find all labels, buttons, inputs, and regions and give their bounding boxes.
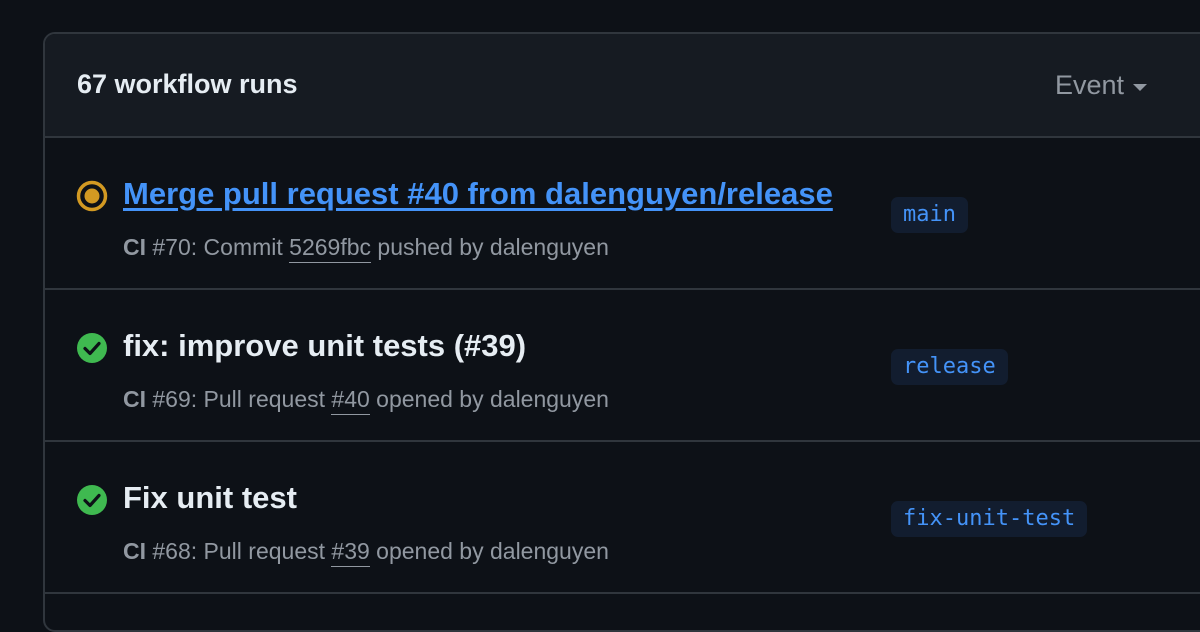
pull-request-link[interactable]: #40 (331, 386, 370, 415)
workflow-run-meta: CI #70: Commit 5269fbc pushed by dalengu… (123, 234, 609, 263)
workflow-run-meta-prefix: #68: Pull request (152, 538, 326, 564)
branch-badge[interactable]: main (891, 197, 968, 233)
branch-badge[interactable]: fix-unit-test (891, 501, 1088, 537)
branch-badge[interactable]: release (891, 349, 1008, 385)
check-circle-icon (77, 485, 107, 515)
workflow-name: CI (123, 234, 146, 260)
workflow-run-title[interactable]: fix: improve unit tests (#39) (123, 328, 526, 364)
workflow-name: CI (123, 386, 146, 412)
workflow-run-meta-prefix: #70: Commit (152, 234, 283, 260)
event-filter-label: Event (1055, 70, 1125, 100)
workflow-run-row: Merge pull request #40 from dalenguyen/r… (45, 138, 1200, 290)
caret-down-icon (1133, 83, 1148, 91)
workflow-run-title[interactable]: Fix unit test (123, 480, 297, 516)
workflow-run-meta-suffix: opened by dalenguyen (376, 386, 609, 412)
workflow-run-row: fix: improve unit tests (#39) CI #69: Pu… (45, 290, 1200, 442)
workflow-runs-header: 67 workflow runs Event (45, 34, 1200, 138)
workflow-run-meta-suffix: opened by dalenguyen (376, 538, 609, 564)
workflow-run-meta-suffix: pushed by dalenguyen (377, 234, 609, 260)
in-progress-status-icon (76, 180, 108, 212)
pull-request-link[interactable]: #39 (331, 538, 370, 567)
commit-link[interactable]: 5269fbc (289, 234, 372, 263)
workflow-run-meta: CI #68: Pull request #39 opened by dalen… (123, 538, 609, 567)
check-circle-icon (77, 333, 107, 363)
workflow-run-title-link[interactable]: Merge pull request #40 from dalenguyen/r… (123, 176, 833, 212)
workflow-run-row: Fix unit test CI #68: Pull request #39 o… (45, 442, 1200, 594)
workflow-run-meta-prefix: #69: Pull request (152, 386, 326, 412)
workflow-runs-panel: 67 workflow runs Event Merge pull reques… (43, 32, 1200, 632)
workflow-run-meta: CI #69: Pull request #40 opened by dalen… (123, 386, 609, 415)
workflow-runs-count: 67 workflow runs (77, 69, 298, 99)
workflow-name: CI (123, 538, 146, 564)
event-filter-dropdown[interactable]: Event (1055, 70, 1148, 101)
